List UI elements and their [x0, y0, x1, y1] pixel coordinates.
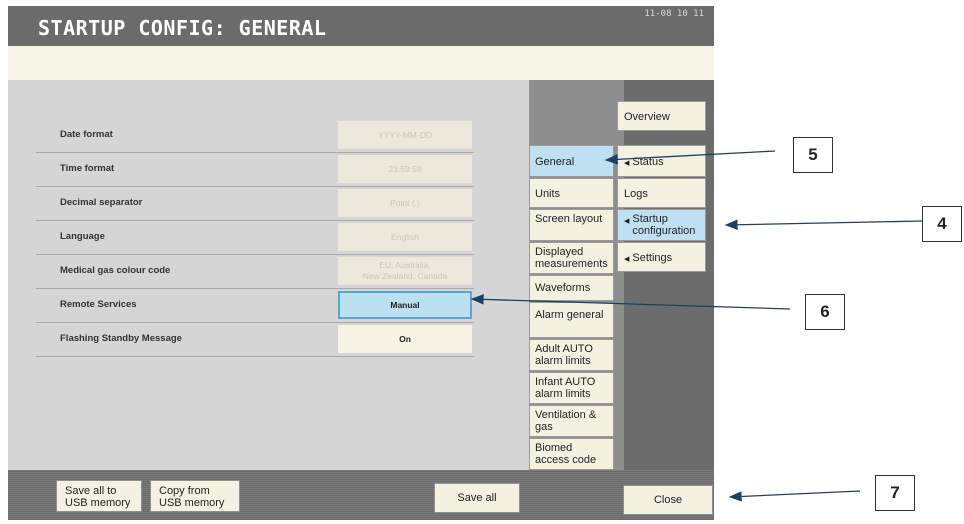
arrow-7 — [728, 490, 861, 502]
callout-4: 4 — [922, 206, 962, 242]
arrow-4 — [724, 219, 923, 230]
callout-arrows — [470, 150, 923, 502]
arrow-6 — [470, 294, 791, 310]
callout-6: 6 — [805, 294, 845, 330]
callout-5: 5 — [793, 137, 833, 173]
callout-7: 7 — [875, 475, 915, 511]
arrow-5 — [604, 150, 776, 165]
